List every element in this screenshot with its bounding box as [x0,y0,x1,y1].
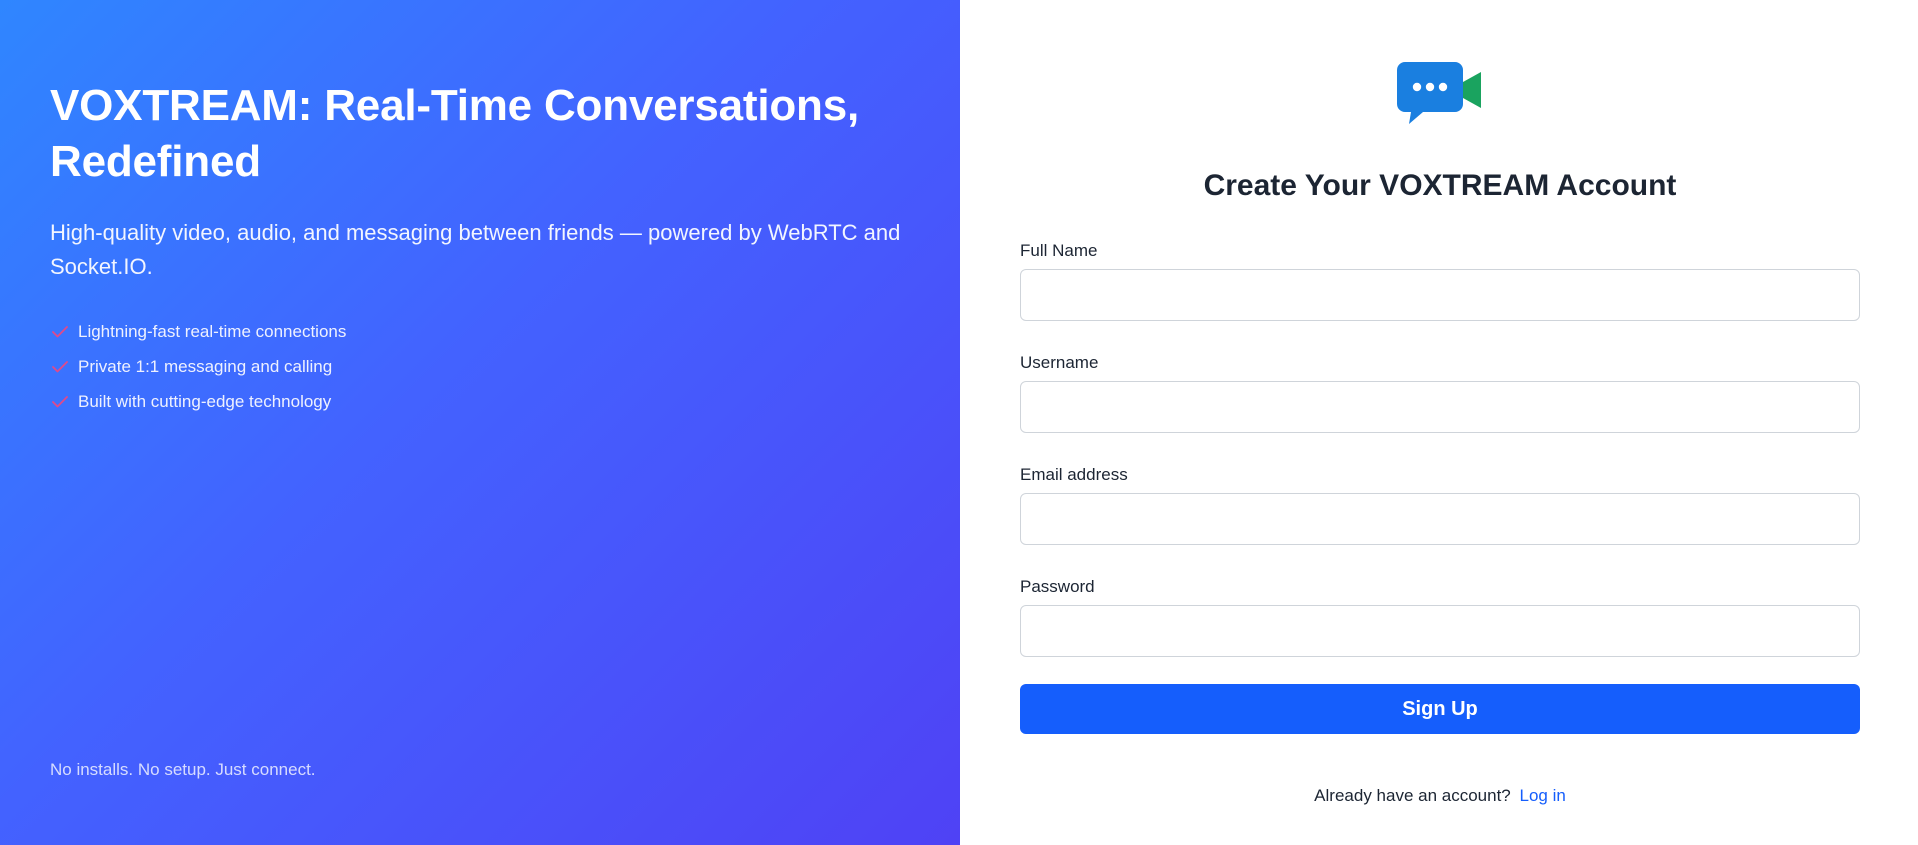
feature-label: Built with cutting-edge technology [78,391,332,411]
username-field: Username [1020,352,1860,433]
username-input[interactable] [1020,381,1860,433]
hero-tagline: No installs. No setup. Just connect. [50,760,316,779]
login-prompt: Already have an account? [1314,786,1511,805]
signup-page: VOXTREAM: Real-Time Conversations, Redef… [0,0,1918,845]
full-name-field: Full Name [1020,240,1860,321]
username-label: Username [1020,353,1099,372]
hero-subtitle: High-quality video, audio, and messaging… [50,220,901,279]
feature-item: Lightning-fast real-time connections [50,314,910,349]
sign-up-button[interactable]: Sign Up [1020,684,1860,734]
form-title: Create Your VOXTREAM Account [1203,169,1677,202]
check-icon [50,357,70,377]
feature-item: Private 1:1 messaging and calling [50,349,910,384]
check-icon [50,392,70,412]
email-label: Email address [1020,465,1128,484]
full-name-label: Full Name [1020,241,1098,260]
feature-label: Lightning-fast real-time connections [78,321,347,341]
feature-label: Private 1:1 messaging and calling [78,356,333,376]
login-link[interactable]: Log in [1520,786,1566,805]
login-prompt-row: Already have an account? Log in [1020,786,1860,806]
password-input[interactable] [1020,605,1860,657]
signup-panel: Create Your VOXTREAM Account Full Name U… [960,0,1918,845]
feature-item: Built with cutting-edge technology [50,384,910,419]
check-icon [50,322,70,342]
email-field: Email address [1020,464,1860,545]
password-label: Password [1020,577,1095,596]
chat-video-icon [1397,62,1483,126]
feature-list: Lightning-fast real-time connections Pri… [50,314,910,419]
hero-panel: VOXTREAM: Real-Time Conversations, Redef… [0,0,960,845]
password-field: Password [1020,576,1860,657]
email-input[interactable] [1020,493,1860,545]
hero-title: VOXTREAM: Real-Time Conversations, Redef… [50,81,860,186]
full-name-input[interactable] [1020,269,1860,321]
